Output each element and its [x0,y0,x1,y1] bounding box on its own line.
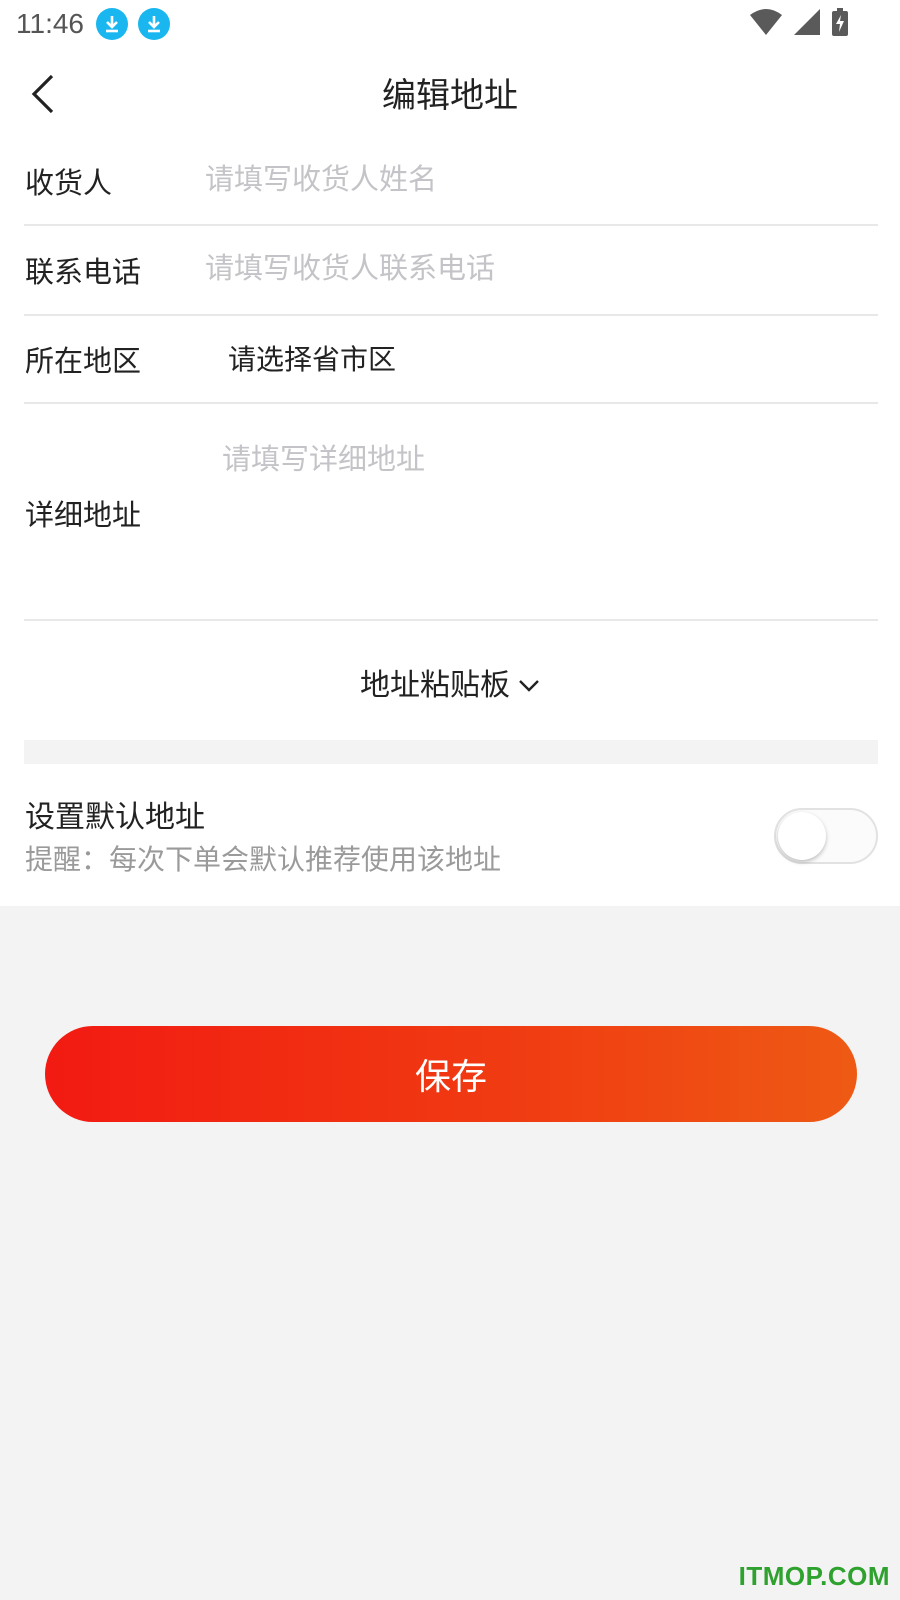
address-paste-board-toggle[interactable]: 地址粘贴板 [0,660,900,704]
recipient-label: 收货人 [25,166,113,200]
region-selector[interactable]: 请选择省市区 [228,338,396,378]
system-status-icons [750,8,848,40]
signal-icon [794,9,820,39]
paste-board-label: 地址粘贴板 [360,668,510,703]
watermark: ITMOP.COM [738,1561,890,1591]
chevron-down-icon [518,678,540,692]
status-time: 11:46 [16,8,84,39]
divider [24,619,878,621]
detail-address-input[interactable] [222,436,862,606]
phone-label: 联系电话 [25,255,142,289]
wifi-icon [750,9,782,39]
default-address-title: 设置默认地址 [25,800,205,835]
download-icon [138,8,170,40]
save-button[interactable]: 保存 [45,1026,857,1122]
download-icon [96,8,128,40]
default-address-hint: 提醒：每次下单会默认推荐使用该地址 [25,843,502,876]
recipient-input[interactable] [205,154,865,204]
edit-address-screen: 11:46 编辑地址 收货人 联系电话 所在地区 请选择 [0,0,900,1600]
battery-charging-icon [832,8,848,40]
toggle-knob [778,812,826,860]
phone-input[interactable] [205,243,865,293]
status-bar: 11:46 [0,0,900,48]
divider [24,314,878,316]
divider [24,224,878,226]
detail-address-label: 详细地址 [25,498,142,532]
divider [24,402,878,404]
section-separator [24,740,878,764]
region-label: 所在地区 [25,344,142,378]
default-address-toggle[interactable] [774,808,878,864]
page-title: 编辑地址 [382,76,518,116]
